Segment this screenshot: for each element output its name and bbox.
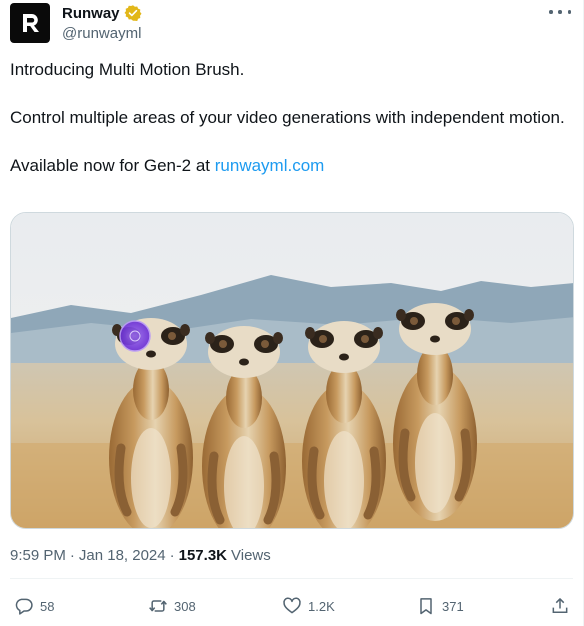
author-block: Runway @runwayml — [62, 3, 142, 43]
bookmark-button[interactable]: 371 — [416, 594, 464, 618]
avatar[interactable] — [10, 3, 50, 43]
reply-button[interactable]: 58 — [14, 594, 54, 618]
share-button[interactable] — [550, 594, 570, 618]
bookmark-count: 371 — [442, 598, 464, 614]
bookmark-icon — [420, 598, 432, 615]
meerkats-video-frame — [11, 213, 573, 528]
tweet-line-3: Available now for Gen-2 at runwayml.com — [10, 154, 570, 178]
views-count: 157.3K — [178, 547, 227, 564]
verified-badge-icon[interactable] — [124, 4, 142, 22]
reply-icon — [15, 598, 33, 615]
like-count: 1.2K — [308, 598, 335, 614]
share-icon — [552, 598, 568, 613]
tweet-meta: 9:59 PM · Jan 18, 2024 · 157.3K Views — [10, 547, 271, 564]
meta-separator-2: · — [169, 547, 175, 564]
more-options-icon[interactable] — [549, 6, 571, 18]
repost-count: 308 — [174, 598, 196, 614]
tweet-card: Runway @runwayml Introducing Multi Motio… — [0, 0, 584, 626]
author-handle[interactable]: @runwayml — [62, 25, 142, 42]
motion-brush-cursor-icon — [119, 320, 151, 352]
views-label: Views — [231, 547, 271, 564]
repost-button[interactable]: 308 — [148, 594, 196, 618]
tweet-line-3-prefix: Available now for Gen-2 at — [10, 156, 215, 175]
runway-logo-icon — [23, 14, 39, 32]
tweet-video[interactable] — [10, 212, 574, 529]
divider — [10, 578, 573, 579]
tweet-date[interactable]: Jan 18, 2024 — [79, 547, 166, 564]
action-bar: 58 308 1.2K 371 — [0, 594, 584, 618]
heart-icon — [283, 597, 301, 614]
tweet-line-1: Introducing Multi Motion Brush. — [10, 60, 245, 79]
like-button[interactable]: 1.2K — [282, 594, 335, 618]
author-name[interactable]: Runway — [62, 5, 120, 22]
repost-icon — [149, 600, 167, 612]
reply-count: 58 — [40, 598, 55, 614]
tweet-text: Introducing Multi Motion Brush. Control … — [10, 58, 570, 178]
tweet-time[interactable]: 9:59 PM — [10, 547, 66, 564]
runwayml-link[interactable]: runwayml.com — [215, 156, 325, 175]
tweet-line-2: Control multiple areas of your video gen… — [10, 108, 565, 127]
meta-separator: · — [69, 547, 75, 564]
